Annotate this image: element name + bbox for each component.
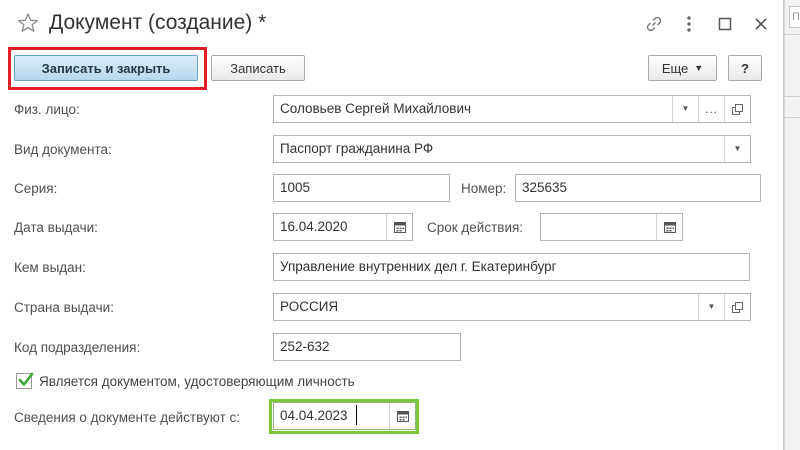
dropdown-button[interactable]: ▼: [672, 96, 698, 122]
star-icon[interactable]: [17, 12, 39, 34]
country-value: РОССИЯ: [280, 299, 339, 314]
chevron-down-icon: ▼: [694, 63, 704, 73]
issued-by-field[interactable]: Управление внутренних дел г. Екатеринбур…: [273, 253, 750, 281]
open-button[interactable]: [724, 294, 750, 320]
more-vertical-icon[interactable]: [678, 13, 700, 35]
ellipsis-icon: ...: [704, 102, 718, 116]
calendar-icon: [393, 222, 406, 233]
background-field: Пои: [789, 6, 800, 28]
person-label: Физ. лицо:: [14, 102, 80, 117]
window-title: Документ (создание) *: [49, 11, 267, 34]
number-label: Номер:: [461, 181, 507, 196]
close-icon[interactable]: [750, 13, 772, 35]
division-code-field[interactable]: 252-632: [273, 333, 461, 361]
select-button[interactable]: ...: [698, 96, 724, 122]
number-value: 325635: [522, 180, 568, 195]
open-button[interactable]: [724, 96, 750, 122]
valid-until-field[interactable]: . .: [540, 213, 683, 241]
country-field[interactable]: РОССИЯ ▼: [273, 293, 751, 321]
background-divider: [785, 96, 800, 97]
maximize-icon[interactable]: [714, 13, 736, 35]
background-divider: [785, 34, 800, 35]
issue-date-field[interactable]: 16.04.2020: [273, 213, 413, 241]
calendar-button[interactable]: [386, 214, 412, 240]
division-code-label: Код подразделения:: [14, 340, 141, 355]
person-value: Соловьев Сергей Михайлович: [280, 101, 472, 116]
valid-until-label: Срок действия:: [427, 220, 524, 235]
division-code-value: 252-632: [280, 339, 330, 354]
issue-date-label: Дата выдачи:: [14, 220, 98, 235]
chevron-down-icon: ▼: [681, 104, 690, 113]
open-form-icon: [732, 103, 743, 115]
doc-type-field[interactable]: Паспорт гражданина РФ ▼: [273, 135, 751, 163]
doc-type-value: Паспорт гражданина РФ: [280, 141, 434, 156]
calendar-icon: [396, 411, 409, 422]
series-field[interactable]: 1005: [273, 174, 450, 202]
issued-by-value: Управление внутренних дел г. Екатеринбур…: [280, 259, 557, 274]
background-window: Пои: [784, 0, 800, 450]
save-button[interactable]: Записать: [211, 55, 305, 81]
calendar-button[interactable]: [656, 214, 682, 240]
issue-date-value: 16.04.2020: [280, 219, 348, 234]
title-bar: Документ (создание) *: [0, 0, 784, 46]
series-label: Серия:: [14, 181, 58, 196]
person-field[interactable]: Соловьев Сергей Михайлович ▼ ...: [273, 95, 751, 123]
country-label: Страна выдачи:: [14, 300, 114, 315]
dropdown-button[interactable]: ▼: [698, 294, 724, 320]
document-window: Документ (создание) * Записать и закрыть…: [0, 0, 784, 450]
valid-from-field[interactable]: 04.04.2023: [273, 402, 416, 430]
doc-type-label: Вид документа:: [14, 142, 112, 157]
more-button-label: Еще: [661, 60, 689, 76]
more-button[interactable]: Еще ▼: [648, 55, 717, 81]
issued-by-label: Кем выдан:: [14, 260, 86, 275]
help-button[interactable]: ?: [728, 55, 762, 81]
save-and-close-button[interactable]: Записать и закрыть: [14, 55, 198, 81]
calendar-button[interactable]: [389, 403, 415, 429]
series-value: 1005: [280, 180, 311, 195]
link-icon[interactable]: [643, 13, 665, 35]
checkmark-icon: [18, 372, 34, 386]
valid-from-value: 04.04.2023: [280, 408, 348, 423]
number-field[interactable]: 325635: [515, 174, 761, 202]
text-cursor: [356, 405, 357, 425]
background-divider: [785, 117, 800, 118]
identity-checkbox-label[interactable]: Является документом, удостоверяющим личн…: [39, 374, 355, 390]
chevron-down-icon: ▼: [733, 144, 742, 153]
calendar-icon: [663, 222, 676, 233]
valid-from-label: Сведения о документе действуют с:: [14, 410, 241, 425]
dropdown-button[interactable]: ▼: [724, 136, 750, 162]
identity-checkbox[interactable]: [16, 372, 34, 389]
chevron-down-icon: ▼: [707, 302, 716, 311]
open-form-icon: [732, 301, 743, 313]
